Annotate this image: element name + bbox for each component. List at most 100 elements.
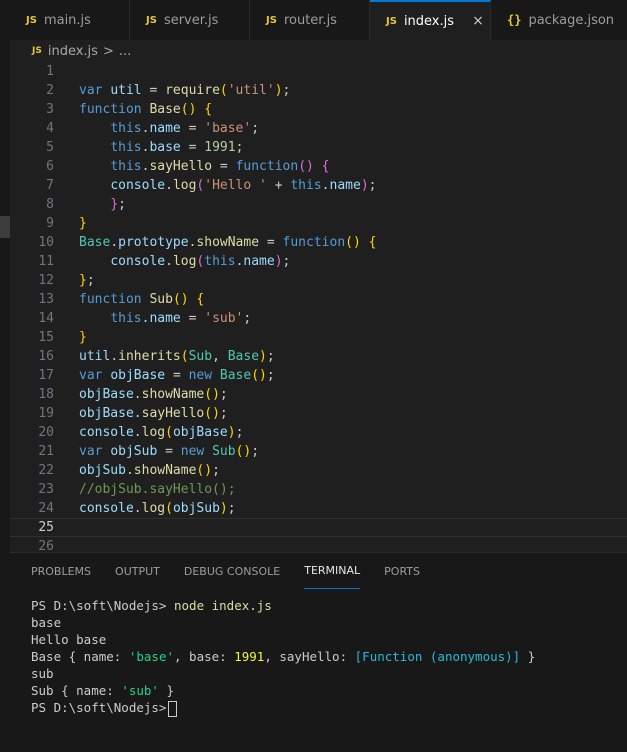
code-editor[interactable]: 1 2 var util = require('util'); 3 function… [10,62,627,554]
terminal-command: node index.js [174,598,272,613]
code-line: 1 [10,62,627,81]
code-line: 7 console.log('Hello ' + this.name); [10,176,627,195]
tab-router-js[interactable]: JS router.js [250,0,370,40]
code-line: 6 this.sayHello = function() { [10,157,627,176]
activity-strip [0,0,10,752]
code-line: 10 Base.prototype.showName = function() { [10,233,627,252]
terminal-line: sub [31,666,54,681]
line-number: 22 [38,463,54,478]
tab-terminal[interactable]: TERMINAL [304,553,361,589]
terminal-cursor [168,700,178,717]
line-number: 1 [46,64,54,79]
code-text: var objBase = new Base(); [79,368,275,383]
line-number: 2 [46,83,54,98]
code-text: util.inherits(Sub, Base); [79,349,275,364]
code-text: function Sub() { [79,292,205,307]
code-line: 12}; [10,271,627,290]
line-number: 16 [38,349,54,364]
code-line: 17 var objBase = new Base(); [10,366,627,385]
code-line: 18 objBase.showName(); [10,385,627,404]
terminal-prompt: PS D:\soft\Nodejs> [31,598,167,613]
code-text: }; [110,197,126,212]
code-text: var objSub = new Sub(); [79,444,260,459]
tab-output[interactable]: OUTPUT [115,553,160,589]
line-number: 13 [38,292,54,307]
line-number: 11 [38,254,54,269]
tab-label: router.js [283,12,337,28]
line-number: 6 [46,159,54,174]
code-line: 11 console.log(this.name); [10,252,627,271]
js-file-icon: JS [266,14,277,26]
code-text: objSub.showName(); [79,463,220,478]
js-file-icon: JS [146,14,157,26]
code-line: 5 this.base = 1991; [10,138,627,157]
code-line: 20 console.log(objBase); [10,423,627,442]
line-number: 19 [38,406,54,421]
breadcrumb: JS index.js > ... [10,40,627,62]
code-line: 21 var objSub = new Sub(); [10,442,627,461]
tab-server-js[interactable]: JS server.js [130,0,250,40]
code-line: 14 this.name = 'sub'; [10,309,627,328]
terminal-line: PS D:\soft\Nodejs> [31,699,535,717]
line-number: 7 [46,178,54,193]
code-text: console.log(this.name); [110,254,291,269]
terminal-prompt: PS D:\soft\Nodejs> [31,700,167,715]
terminal-line: Hello base [31,632,107,647]
terminal-output[interactable]: PS D:\soft\Nodejs> node index.js base He… [31,597,536,717]
current-line[interactable]: 25 [10,518,627,537]
tab-label: package.json [528,12,615,28]
line-number: 9 [46,216,54,231]
code-line: 23 //objSub.sayHello(); [10,480,627,499]
code-line: 4 this.name = 'base'; [10,119,627,138]
code-line: 8 }; [10,195,627,214]
terminal-line: PS D:\soft\Nodejs> node index.js [31,597,535,614]
line-number: 4 [46,121,54,136]
code-line: 22 objSub.showName(); [10,461,627,480]
close-icon[interactable]: × [466,13,490,29]
code-text: } [79,216,87,231]
code-text: }; [79,273,95,288]
code-comment: //objSub.sayHello(); [79,482,236,497]
bottom-panel: PROBLEMS OUTPUT DEBUG CONSOLE TERMINAL P… [10,552,627,752]
code-text: objBase.sayHello(); [79,406,228,421]
breadcrumb-symbols[interactable]: ... [119,44,131,59]
line-number: 18 [38,387,54,402]
code-text: this.name = 'sub'; [110,311,252,326]
js-file-icon: JS [32,46,42,56]
code-line: 24 console.log(objSub); [10,499,627,518]
tab-debug-console[interactable]: DEBUG CONSOLE [184,553,280,589]
code-text: console.log(objBase); [79,425,244,440]
js-file-icon: JS [26,14,37,26]
code-text: this.name = 'base'; [110,121,260,136]
line-number: 20 [38,425,54,440]
code-line: 9} [10,214,627,233]
terminal-line: Base { name: 'base', base: 1991, sayHell… [31,649,536,664]
code-text: } [79,330,87,345]
line-number: 12 [38,273,54,288]
line-number: 25 [38,520,54,535]
sash-marker [0,216,10,238]
tab-label: server.js [163,12,219,28]
tab-ports[interactable]: PORTS [384,553,420,589]
code-line: 13 function Sub() { [10,290,627,309]
tab-main-js[interactable]: JS main.js [10,0,130,40]
line-number: 14 [38,311,54,326]
code-text: this.sayHello = function() { [110,159,330,174]
line-number: 8 [46,197,54,212]
tab-package-json[interactable]: {} package.json [491,0,627,40]
tab-index-js[interactable]: JS index.js × [370,0,491,40]
tab-label: main.js [43,12,91,28]
terminal-line: base [31,615,62,630]
code-line: 2 var util = require('util'); [10,81,627,100]
breadcrumb-file[interactable]: index.js [48,44,98,59]
tab-label: index.js [403,13,455,29]
tab-problems[interactable]: PROBLEMS [31,553,91,589]
line-number: 5 [46,140,54,155]
code-line: 3 function Base() { [10,100,627,119]
terminal-line: Sub { name: 'sub' } [31,683,175,698]
line-number: 23 [38,482,54,497]
js-file-icon: JS [386,15,397,27]
code-line: 15} [10,328,627,347]
line-number: 3 [46,102,54,117]
line-number: 24 [38,501,54,516]
